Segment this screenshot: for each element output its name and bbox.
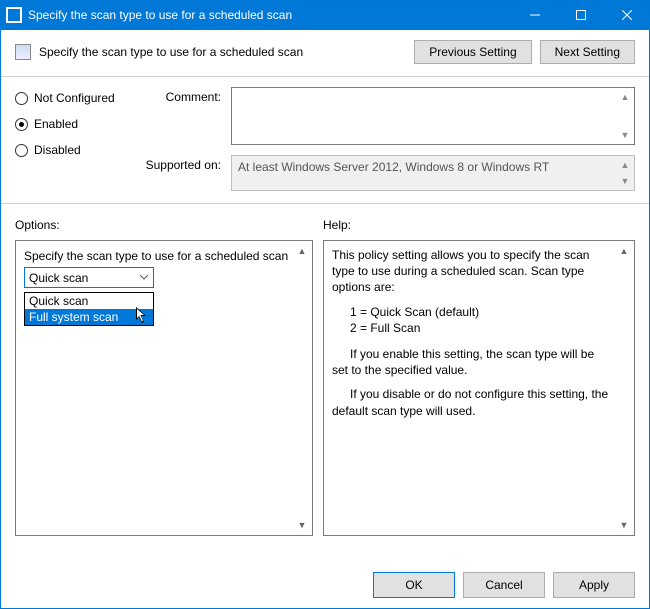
header-row: Specify the scan type to use for a sched… <box>1 30 649 72</box>
titlebar: Specify the scan type to use for a sched… <box>0 0 650 30</box>
scroll-up-icon[interactable]: ▲ <box>294 243 310 259</box>
help-paragraph: If you enable this setting, the scan typ… <box>332 347 594 377</box>
help-list-item: 2 = Full Scan <box>332 320 612 336</box>
radio-enabled[interactable]: Enabled <box>15 117 125 131</box>
scroll-up-icon[interactable]: ▲ <box>616 243 632 259</box>
options-panel: Specify the scan type to use for a sched… <box>15 240 313 536</box>
supported-on-value: At least Windows Server 2012, Windows 8 … <box>238 160 549 174</box>
app-icon <box>6 7 22 23</box>
state-radio-group: Not Configured Enabled Disabled <box>15 87 125 191</box>
chevron-down-icon <box>135 268 153 287</box>
comment-label: Comment: <box>141 87 221 104</box>
scroll-up-icon[interactable]: ▲ <box>617 157 633 173</box>
combobox-selected-value: Quick scan <box>29 271 88 285</box>
radio-disabled[interactable]: Disabled <box>15 143 125 157</box>
window-title: Specify the scan type to use for a sched… <box>28 8 292 22</box>
help-paragraph: This policy setting allows you to specif… <box>332 248 589 294</box>
cancel-button[interactable]: Cancel <box>463 572 545 598</box>
close-button[interactable] <box>604 0 650 30</box>
help-paragraph: If you disable or do not configure this … <box>332 387 608 417</box>
radio-not-configured[interactable]: Not Configured <box>15 91 125 105</box>
next-setting-button[interactable]: Next Setting <box>540 40 635 64</box>
maximize-icon <box>576 10 586 20</box>
minimize-icon <box>530 10 540 20</box>
help-list-item: 1 = Quick Scan (default) <box>332 304 612 320</box>
comment-textarea[interactable]: ▲ ▼ <box>231 87 635 145</box>
radio-label: Enabled <box>34 117 78 131</box>
supported-on-box: At least Windows Server 2012, Windows 8 … <box>231 155 635 191</box>
maximize-button[interactable] <box>558 0 604 30</box>
scroll-up-icon[interactable]: ▲ <box>617 89 633 105</box>
scan-type-dropdown: Quick scan Full system scan <box>24 292 154 326</box>
options-label: Options: <box>15 218 323 232</box>
radio-icon <box>15 144 28 157</box>
policy-icon <box>15 44 31 60</box>
radio-icon <box>15 92 28 105</box>
scroll-down-icon[interactable]: ▼ <box>616 517 632 533</box>
header-text: Specify the scan type to use for a sched… <box>39 45 303 59</box>
radio-icon <box>15 118 28 131</box>
close-icon <box>622 10 632 20</box>
radio-label: Not Configured <box>34 91 115 105</box>
options-setting-label: Specify the scan type to use for a sched… <box>24 249 304 263</box>
help-panel: This policy setting allows you to specif… <box>323 240 635 536</box>
previous-setting-button[interactable]: Previous Setting <box>414 40 531 64</box>
dropdown-item-full-system-scan[interactable]: Full system scan <box>25 309 153 325</box>
help-label: Help: <box>323 218 635 232</box>
minimize-button[interactable] <box>512 0 558 30</box>
ok-button[interactable]: OK <box>373 572 455 598</box>
scroll-down-icon[interactable]: ▼ <box>617 173 633 189</box>
radio-label: Disabled <box>34 143 81 157</box>
apply-button[interactable]: Apply <box>553 572 635 598</box>
scroll-down-icon[interactable]: ▼ <box>617 127 633 143</box>
scan-type-combobox[interactable]: Quick scan <box>24 267 154 288</box>
scroll-down-icon[interactable]: ▼ <box>294 517 310 533</box>
supported-on-label: Supported on: <box>141 155 221 172</box>
dropdown-item-quick-scan[interactable]: Quick scan <box>25 293 153 309</box>
